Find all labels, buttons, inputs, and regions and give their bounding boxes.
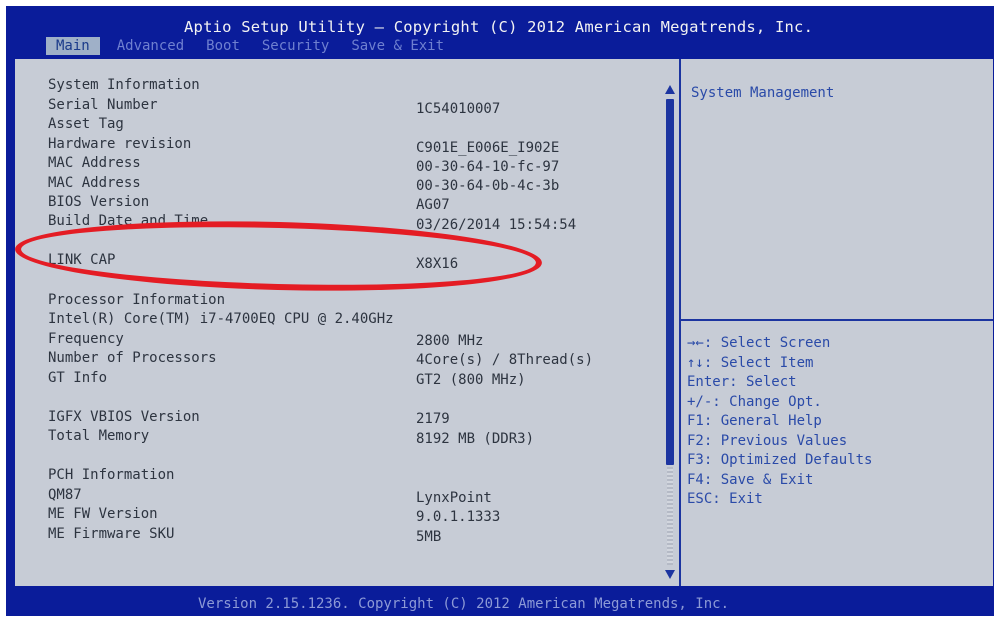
footer-bar: Version 2.15.1236. Copyright (C) 2012 Am… — [6, 588, 994, 616]
row-label: GT Info — [48, 370, 108, 386]
section-heading: System Information — [48, 77, 200, 93]
key-hint-f4: F4: Save & Exit — [687, 472, 814, 488]
key-hint-f3: F3: Optimized Defaults — [687, 452, 873, 468]
scroll-down-arrow-icon[interactable] — [665, 570, 675, 579]
row-value: GT2 (800 MHz) — [416, 372, 526, 388]
tab-advanced[interactable]: Advanced — [112, 37, 189, 55]
scrollbar-thumb[interactable] — [666, 99, 674, 465]
tab-security[interactable]: Security — [257, 37, 334, 55]
scrollbar-track — [667, 467, 673, 565]
row-number-of-processors: Number of Processors 4Core(s) / 8Thread(s… — [48, 350, 664, 370]
row-gt-info: GT Info GT2 (800 MHz) — [48, 370, 664, 390]
row-label: MAC Address — [48, 175, 141, 191]
row-value: 2800 MHz — [416, 333, 484, 349]
row-value: C901E_E006E_I902E — [416, 140, 560, 156]
row-label: ME FW Version — [48, 506, 158, 522]
title-text: Aptio Setup Utility – Copyright (C) 2012… — [184, 18, 814, 36]
row-me-firmware-sku: ME Firmware SKU 5MB — [48, 526, 664, 546]
tab-bar: Main Advanced Boot Security Save & Exit — [46, 36, 461, 56]
row-label: Frequency — [48, 331, 124, 347]
row-hardware-revision: Hardware revision C901E_E006E_I902E — [48, 136, 664, 156]
key-hint-enter: Enter: Select — [687, 374, 797, 390]
row-qm87: QM87 LynxPoint — [48, 487, 664, 507]
help-panel: System Management →←: Select Screen ↑↓: … — [679, 59, 993, 586]
section-heading: Processor Information — [48, 292, 226, 308]
key-hint-f1: F1: General Help — [687, 413, 822, 429]
bios-screen: Aptio Setup Utility – Copyright (C) 2012… — [6, 6, 994, 616]
row-label: Asset Tag — [48, 116, 124, 132]
row-label: Number of Processors — [48, 350, 217, 366]
row-link-cap: LINK CAP X8X16 — [48, 252, 664, 272]
row-label: IGFX VBIOS Version — [48, 409, 200, 425]
row-label: Build Date and Time — [48, 213, 209, 229]
row-mac-address-2: MAC Address 00-30-64-0b-4c-3b — [48, 175, 664, 195]
row-label: QM87 — [48, 487, 82, 503]
key-hint-esc: ESC: Exit — [687, 491, 763, 507]
row-label: MAC Address — [48, 155, 141, 171]
tab-save-exit[interactable]: Save & Exit — [346, 37, 449, 55]
footer-version-text: Version 2.15.1236. Copyright (C) 2012 Am… — [198, 596, 730, 612]
tab-boot[interactable]: Boot — [201, 37, 245, 55]
section-heading: PCH Information — [48, 467, 175, 483]
row-value: 5MB — [416, 529, 442, 545]
row-value: LynxPoint — [416, 490, 492, 506]
row-total-memory: Total Memory 8192 MB (DDR3) — [48, 428, 664, 448]
key-hint-change-opt: +/-: Change Opt. — [687, 394, 822, 410]
row-value: X8X16 — [416, 256, 459, 272]
row-value: AG07 — [416, 197, 450, 213]
row-mac-address-1: MAC Address 00-30-64-10-fc-97 — [48, 155, 664, 175]
row-label: Total Memory — [48, 428, 150, 444]
row-system-information: System Information — [48, 77, 664, 97]
row-label: Intel(R) Core(TM) i7-4700EQ CPU @ 2.40GH… — [48, 311, 394, 327]
key-hint-select-item: ↑↓: Select Item — [687, 355, 814, 371]
row-value: 00-30-64-10-fc-97 — [416, 159, 560, 175]
row-value: 8192 MB (DDR3) — [416, 431, 535, 447]
key-hint-select-screen: →←: Select Screen — [687, 335, 831, 351]
content-area: System Information Serial Number 1C540100… — [15, 59, 993, 586]
row-asset-tag[interactable]: Asset Tag — [48, 116, 664, 136]
row-value: 4Core(s) / 8Thread(s) — [416, 352, 594, 368]
row-me-fw-version: ME FW Version 9.0.1.1333 — [48, 506, 664, 526]
row-label: BIOS Version — [48, 194, 150, 210]
row-bios-version: BIOS Version AG07 — [48, 194, 664, 214]
row-label: LINK CAP — [48, 252, 116, 268]
row-igfx-vbios-version: IGFX VBIOS Version 2179 — [48, 409, 664, 429]
row-value: 00-30-64-0b-4c-3b — [416, 178, 560, 194]
row-label: Serial Number — [48, 97, 158, 113]
row-cpu-name: Intel(R) Core(TM) i7-4700EQ CPU @ 2.40GH… — [48, 311, 664, 331]
row-label: ME Firmware SKU — [48, 526, 175, 542]
row-value: 03/26/2014 15:54:54 — [416, 217, 577, 233]
row-value: 9.0.1.1333 — [416, 509, 501, 525]
tab-main[interactable]: Main — [46, 37, 100, 55]
row-value: 1C54010007 — [416, 101, 501, 117]
row-processor-information: Processor Information — [48, 292, 664, 312]
key-hint-f2: F2: Previous Values — [687, 433, 848, 449]
row-build-date: Build Date and Time 03/26/2014 15:54:54 — [48, 213, 664, 233]
scrollbar[interactable] — [664, 85, 676, 579]
row-value: 2179 — [416, 411, 450, 427]
row-pch-information: PCH Information — [48, 467, 664, 487]
info-panel: System Information Serial Number 1C540100… — [15, 59, 664, 586]
help-description: System Management — [691, 85, 835, 101]
scroll-up-arrow-icon[interactable] — [665, 85, 675, 94]
row-frequency: Frequency 2800 MHz — [48, 331, 664, 351]
row-serial-number: Serial Number 1C54010007 — [48, 97, 664, 117]
row-label: Hardware revision — [48, 136, 192, 152]
help-divider — [681, 319, 993, 321]
